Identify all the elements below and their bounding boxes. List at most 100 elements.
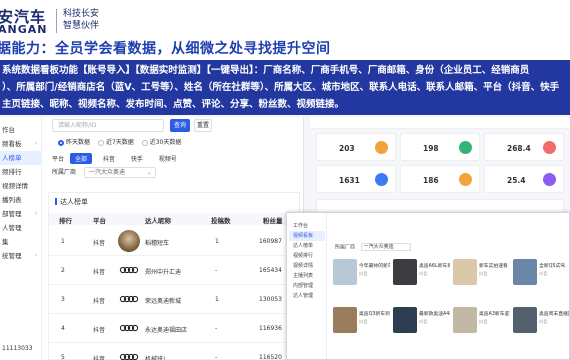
reset-button[interactable]: 重置 xyxy=(194,119,212,132)
table-row[interactable]: 2 抖音 郑州中升汇迪 - 165434 xyxy=(49,256,301,285)
platform-chip-kuaishou[interactable]: 快手 xyxy=(126,153,148,164)
sidebar-item-label: 频看板 xyxy=(2,140,22,148)
cell-platform: 抖音 xyxy=(93,240,106,247)
video-title: 今年最帅的新车 xyxy=(359,264,390,269)
video-card[interactable]: 新车实拍速看 抖音 xyxy=(453,259,511,303)
platform-label: 平台 xyxy=(52,156,65,163)
cell-posts: - xyxy=(215,267,218,274)
col-name: 达人昵称 xyxy=(145,217,171,225)
video-sidebar-item[interactable]: 视频排行 xyxy=(289,251,325,261)
video-title: 奥迪周末直播回放 xyxy=(539,312,569,317)
cell-name: 永达奥迪福田店 xyxy=(145,327,188,334)
sidebar-item[interactable]: 频排行 xyxy=(0,165,42,179)
cell-fans: 116936 xyxy=(259,325,282,332)
stat-value: 198 xyxy=(423,144,439,153)
video-sidebar-item[interactable]: 视频看板 xyxy=(289,231,325,241)
cell-posts: - xyxy=(215,354,218,360)
sidebar-item-label: 频排行 xyxy=(2,168,22,176)
stat-icon xyxy=(459,173,472,186)
video-board-screenshot: 工作台 视频看板 达人榜单 视频排行 视频详情 主播列表 内部管理 达人管理 所属厂商 一汽大… xyxy=(286,212,570,360)
video-thumbnail xyxy=(453,259,477,285)
stat-card: 268.4 xyxy=(484,133,564,161)
cell-name: 机械班! xyxy=(145,356,166,360)
video-thumbnail xyxy=(333,259,357,285)
dashboard-section-bar xyxy=(316,199,564,213)
sidebar-item[interactable]: 作台 xyxy=(0,123,42,137)
cell-posts: 1 xyxy=(215,296,219,303)
cell-posts: 1 xyxy=(215,238,219,245)
chevron-icon: ‹ xyxy=(34,210,37,217)
stat-icon xyxy=(543,141,556,154)
brand-slogan: 科技长安 智慧伙伴 xyxy=(63,8,99,32)
table-row[interactable]: 4 抖音 永达奥迪福田店 - 116936 xyxy=(49,314,301,343)
platform-filter: 平台 全部 抖音 快手 视频号 xyxy=(52,153,182,164)
video-sidebar-item[interactable]: 工作台 xyxy=(289,221,325,231)
chevron-icon: ‹ xyxy=(34,140,37,147)
video-thumbnail xyxy=(453,307,477,333)
stat-value: 203 xyxy=(339,144,355,153)
sidebar-item[interactable]: 统管理 ‹ xyxy=(0,249,42,263)
feature-banner: 系统数据看板功能【账号导入】【数据实时监测】【一键导出】：厂商名称、厂商手机号、… xyxy=(0,60,570,115)
cell-rank: 1 xyxy=(61,238,65,245)
video-card[interactable]: 奥迪周末直播回放抖音 xyxy=(513,307,569,351)
banner-line-1: 系统数据看板功能【账号导入】【数据实时监测】【一键导出】：厂商名称、厂商手机号、… xyxy=(2,65,530,76)
col-fans: 粉丝量 xyxy=(263,217,283,225)
video-card[interactable]: 全新Q5试驾 抖音 xyxy=(513,259,569,303)
sidebar-item[interactable]: 视频详情 xyxy=(0,179,42,193)
dept-filter: 所属厂商 一汽大众奥迪 ⌄ xyxy=(52,167,156,178)
search-input[interactable]: 请输入昵称/ID xyxy=(52,119,164,132)
sidebar-item-label: 视频详情 xyxy=(2,182,28,190)
sidebar-item[interactable]: 频看板 ‹ xyxy=(0,137,42,151)
video-sidebar-item[interactable]: 达人管理 xyxy=(289,291,325,301)
cell-fans: 165434 xyxy=(259,267,282,274)
banner-line-3: 主页链接、昵称、视频名称、发布时间、点赞、评论、分享、粉丝数、视频链接。 xyxy=(2,99,345,110)
avatar xyxy=(118,317,140,339)
radio-yesterday[interactable] xyxy=(58,139,64,146)
stat-icon xyxy=(459,141,472,154)
platform-chip-all[interactable]: 全部 xyxy=(69,153,92,164)
video-card[interactable]: 今年最帅的新车 抖音 xyxy=(333,259,391,303)
col-posts: 投稿数 xyxy=(211,217,231,225)
video-dept-select[interactable]: 一汽大众奥迪 xyxy=(360,243,411,251)
sidebar-footer: 11113033 xyxy=(2,345,33,352)
video-sidebar-item[interactable]: 主播列表 xyxy=(289,271,325,281)
table-row[interactable]: 3 抖音 荣远奥迪新城 1 130053 xyxy=(49,285,301,314)
cell-platform: 抖音 xyxy=(93,269,106,276)
video-card[interactable]: 奥迪A3新车鉴赏抖音 xyxy=(453,307,511,351)
video-meta: 抖音 xyxy=(359,271,368,276)
video-meta: 抖音 xyxy=(419,271,428,276)
video-sidebar-item[interactable]: 内部管理 xyxy=(289,281,325,291)
video-sidebar-item[interactable]: 视频详情 xyxy=(289,261,325,271)
query-button[interactable]: 查询 xyxy=(170,119,190,132)
platform-chip-douyin[interactable]: 抖音 xyxy=(98,153,120,164)
platform-chip-channels[interactable]: 视频号 xyxy=(154,153,182,164)
video-meta: 抖音 xyxy=(419,319,428,324)
cell-rank: 2 xyxy=(61,267,65,274)
radio-30days[interactable] xyxy=(141,139,148,146)
video-card[interactable]: 奥迪A6L新车到店抖音 xyxy=(393,259,451,303)
video-title: 新车实拍速看 xyxy=(479,264,508,269)
avatar xyxy=(118,259,140,281)
video-meta: 抖音 xyxy=(479,271,488,276)
dept-select-value: 一汽大众奥迪 xyxy=(88,169,125,176)
dept-label: 所属厂商 xyxy=(52,169,77,176)
cell-posts: - xyxy=(215,325,218,332)
video-card[interactable]: 奥迪Q3新车到店实拍抖音 xyxy=(333,307,391,351)
sidebar-item[interactable]: 集 xyxy=(0,235,42,249)
sidebar-item[interactable]: 部管理 ‹ xyxy=(0,207,42,221)
sidebar-item[interactable]: 播列表 xyxy=(0,193,42,207)
sidebar-item-label: 集 xyxy=(2,238,9,246)
video-card[interactable]: 最新款奥迪A4L来啦抖音 xyxy=(393,307,451,351)
cell-fans: 130053 xyxy=(259,296,282,303)
video-thumbnail xyxy=(513,259,537,285)
dept-select[interactable]: 一汽大众奥迪 ⌄ xyxy=(83,167,156,178)
table-row[interactable]: 1 抖音 稻穗短车 1 160987 xyxy=(49,227,301,256)
table-row[interactable]: 5 抖音 机械班! - 116520 xyxy=(49,343,301,360)
video-sidebar-item[interactable]: 达人榜单 xyxy=(289,241,325,251)
sidebar-item[interactable]: 人榜单 xyxy=(0,151,42,165)
sidebar-item[interactable]: 人管理 xyxy=(0,221,42,235)
radio-7days[interactable] xyxy=(97,139,104,146)
stat-value: 268.4 xyxy=(507,144,531,153)
slide: 安汽车 ANGAN 科技长安 智慧伙伴 据能力：全员学会看数据，从细微之处寻找提… xyxy=(0,0,570,360)
banner-line-2: ）、所属部门/经销商店名（蓝V、工号等）、姓名（所在社群等）、所属大区、城市地区… xyxy=(2,82,560,93)
